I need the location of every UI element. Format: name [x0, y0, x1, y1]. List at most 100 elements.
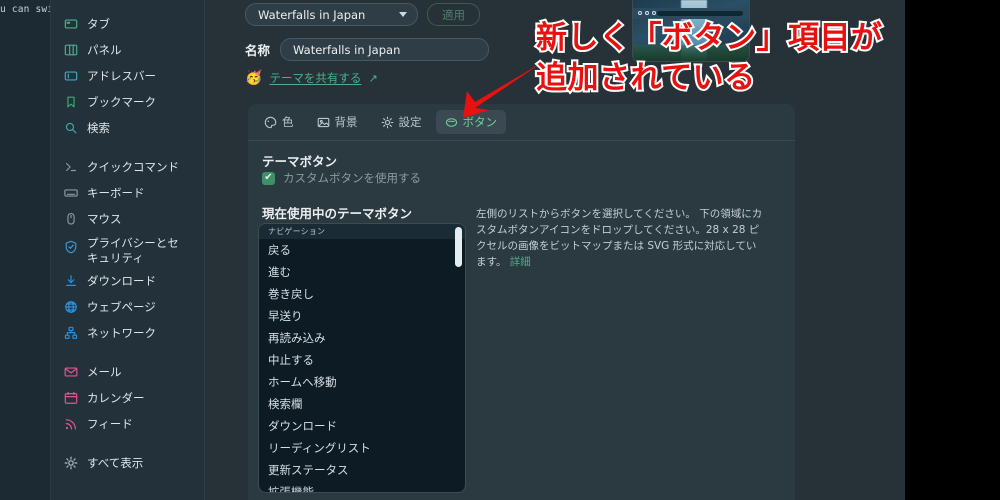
sidebar-item-label: 検索 [87, 121, 110, 135]
sidebar-item-label: ブックマーク [87, 95, 156, 109]
sidebar-item-mail[interactable]: メール [51, 359, 204, 385]
tab-gear[interactable]: 設定 [372, 110, 431, 134]
sidebar-item-label: ダウンロード [87, 274, 156, 288]
list-item[interactable]: 巻き戻し [259, 283, 465, 305]
sidebar-item-network[interactable]: ネットワーク [51, 320, 204, 346]
tab-label: 設定 [398, 115, 422, 129]
network-icon [63, 325, 78, 340]
list-item[interactable]: 戻る [259, 239, 465, 261]
settings-sidebar: タブパネルアドレスバー ブックマーク 検索クイックコマンド キーボードマウスプライバシ… [51, 0, 204, 500]
sidebar-item-label: メール [87, 365, 122, 379]
sidebar-item-gear[interactable]: すべて表示 [51, 450, 204, 476]
address-bar-icon [63, 68, 78, 83]
sidebar-item-rss[interactable]: フィード [51, 411, 204, 437]
theme-select-value: Waterfalls in Japan [258, 7, 366, 22]
annotation-text: 新しく「ボタン」項目が 追加されている [534, 18, 916, 98]
list-item[interactable]: 再読み込み [259, 327, 465, 349]
sidebar-item-keyboard[interactable]: キーボード [51, 180, 204, 206]
section-title: テーマボタン [262, 154, 338, 169]
listbox-scrollbar-thumb[interactable] [455, 227, 462, 267]
background-window-text: u can switc [0, 4, 66, 15]
theme-button-listbox[interactable]: ナビゲーション 戻る 進む 巻き戻し 早送り 再読み込み 中止する ホームへ移動 検索欄 ダウン… [258, 223, 466, 493]
sidebar-item-label: プライバシーとセキュリティ [87, 236, 179, 265]
sidebar-item-label: アドレスバー [87, 69, 156, 83]
terminal-icon [63, 159, 78, 174]
tab-palette[interactable]: 色 [255, 110, 303, 134]
rss-icon [63, 416, 78, 431]
calendar-icon [63, 390, 78, 405]
sidebar-item-label: キーボード [87, 186, 145, 200]
sidebar-item-mouse[interactable]: マウス [51, 206, 204, 232]
theme-editor-card: 色背景 設定 ボタン テーマボタン ✔ カスタムボタンを使用する 現在使用中のテーマ… [248, 104, 795, 500]
mouse-icon [63, 211, 78, 226]
list-item[interactable]: 進む [259, 261, 465, 283]
list-item[interactable]: 検索欄 [259, 393, 465, 415]
download-icon [63, 273, 78, 288]
list-item[interactable]: ダウンロード [259, 415, 465, 437]
mail-icon [63, 364, 78, 379]
panel-icon [63, 42, 78, 57]
sidebar-item-label: ウェブページ [87, 300, 156, 314]
checkbox-checked-icon[interactable]: ✔ [262, 171, 275, 185]
bookmark-icon [63, 94, 78, 109]
sidebar-item-address-bar[interactable]: アドレスバー [51, 63, 204, 89]
sidebar-item-label: フィード [87, 417, 133, 431]
theme-name-label: 名称 [245, 43, 271, 58]
list-item[interactable]: 更新ステータス [259, 459, 465, 481]
screenshot-root: u can switc タブパネルアドレスバー ブックマーク 検索クイックコマンドキ… [0, 0, 1000, 500]
apply-button[interactable]: 適用 [427, 3, 480, 26]
annotation-arrow-icon [463, 62, 543, 118]
annotation-line-1: 新しく「ボタン」項目が [534, 18, 884, 58]
theme-name-input[interactable]: Waterfalls in Japan [280, 38, 490, 61]
chevron-down-icon [399, 12, 407, 17]
listbox-group-header: ナビゲーション [259, 224, 465, 239]
list-item[interactable]: リーディングリスト [259, 437, 465, 459]
sidebar-item-panel[interactable]: パネル [51, 37, 204, 63]
button-help-description: 左側のリストからボタンを選択してください。 下の領域にカスタムボタンアイコンをド… [476, 206, 766, 270]
sidebar-item-download[interactable]: ダウンロード [51, 268, 204, 294]
theme-select[interactable]: Waterfalls in Japan [245, 3, 418, 26]
shield-icon [63, 239, 78, 254]
sidebar-item-label: タブ [87, 17, 110, 31]
theme-name-row: 名称 Waterfalls in Japan [245, 38, 490, 61]
tab-image[interactable]: 背景 [308, 110, 367, 134]
keyboard-icon [63, 185, 78, 200]
list-item[interactable]: 中止する [259, 349, 465, 371]
annotation-line-2: 追加されている [534, 58, 757, 98]
list-item[interactable]: 早送り [259, 305, 465, 327]
image-icon [317, 116, 330, 129]
sidebar-item-tab[interactable]: タブ [51, 11, 204, 37]
gear-icon [381, 116, 394, 129]
custom-button-checkbox-label: カスタムボタンを使用する [283, 171, 421, 185]
gear-icon [63, 455, 78, 470]
share-theme-link[interactable]: テーマを共有する [269, 70, 361, 86]
sidebar-item-label: ネットワーク [87, 326, 156, 340]
list-item[interactable]: ホームへ移動 [259, 371, 465, 393]
sidebar-item-terminal[interactable]: クイックコマンド [51, 154, 204, 180]
details-link[interactable]: 詳細 [510, 256, 531, 268]
tab-label: 背景 [334, 115, 358, 129]
sidebar-item-label: パネル [87, 43, 122, 57]
external-link-icon: ↗ [368, 71, 378, 85]
preview-tab-dots [638, 11, 656, 15]
background-window-strip: u can switc [0, 0, 66, 500]
theme-name-value: Waterfalls in Japan [293, 42, 401, 57]
sidebar-item-search[interactable]: 検索 [51, 115, 204, 141]
party-face-emoji-icon: 🥳 [245, 70, 263, 86]
custom-button-checkbox-row[interactable]: ✔ カスタムボタンを使用する [262, 170, 421, 186]
search-icon [63, 120, 78, 135]
tab-icon [63, 16, 78, 31]
sidebar-item-globe[interactable]: ウェブページ [51, 294, 204, 320]
sidebar-item-bookmark[interactable]: ブックマーク [51, 89, 204, 115]
sidebar-item-label: カレンダー [87, 391, 145, 405]
sidebar-item-label: すべて表示 [87, 456, 144, 470]
sidebar-item-label: クイックコマンド [87, 160, 179, 174]
tab-label: 色 [282, 115, 294, 129]
sidebar-item-label: マウス [87, 212, 122, 226]
list-item[interactable]: 拡張機能 [259, 481, 465, 492]
globe-icon [63, 299, 78, 314]
sidebar-item-shield[interactable]: プライバシーとセキュリティ [51, 232, 204, 268]
section-subtitle: 現在使用中のテーマボタン [262, 206, 413, 221]
sidebar-item-calendar[interactable]: カレンダー [51, 385, 204, 411]
tabbar-separator [248, 140, 795, 141]
